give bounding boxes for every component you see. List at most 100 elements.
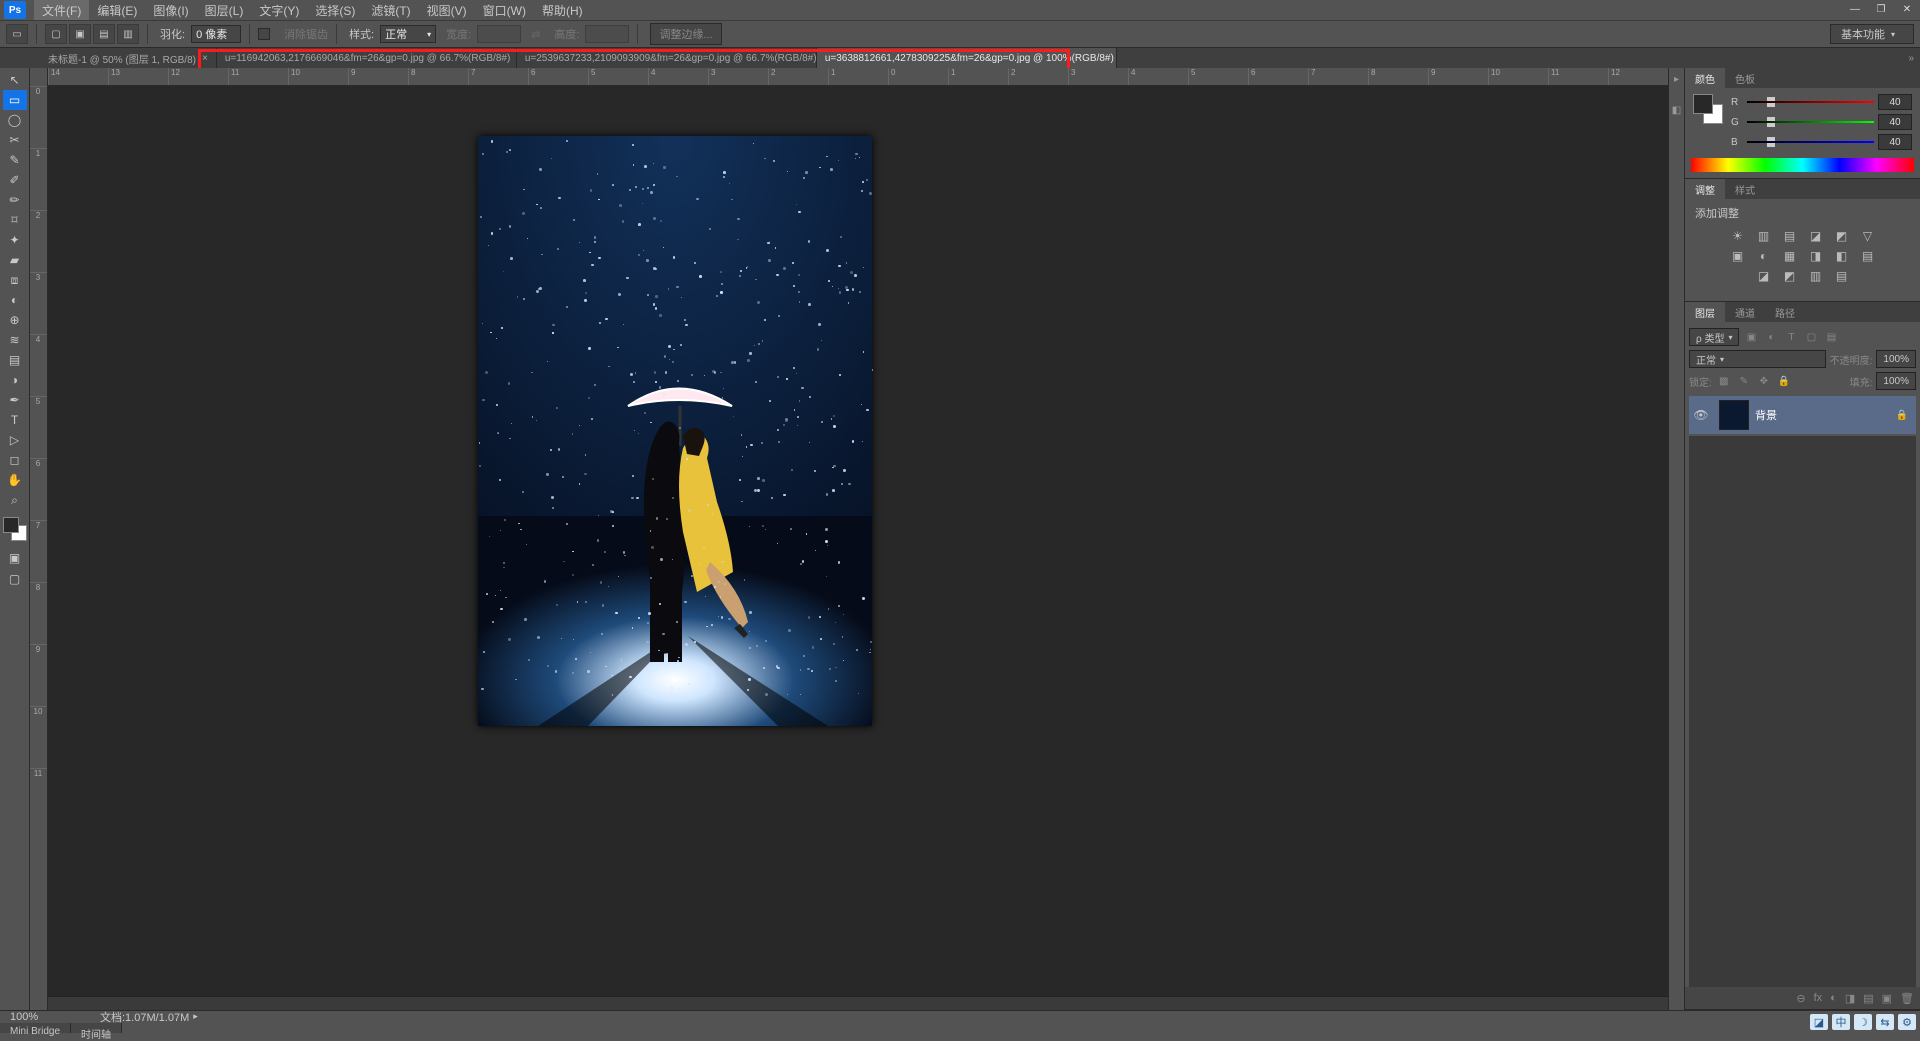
tool-21[interactable]: ⌕ (3, 490, 27, 510)
filter-shape-icon[interactable]: ▢ (1803, 329, 1819, 345)
adjustment-icon[interactable]: ▥ (1808, 269, 1824, 283)
tool-19[interactable]: ◻ (3, 450, 27, 470)
tool-13[interactable]: ≋ (3, 330, 27, 350)
filter-adjust-icon[interactable]: ◐ (1763, 329, 1779, 345)
tool-0[interactable]: ↖ (3, 70, 27, 90)
adjustment-icon[interactable]: ▤ (1782, 229, 1798, 243)
layers-footer-icon[interactable]: ▣ (1882, 992, 1892, 1005)
tool-14[interactable]: ▤ (3, 350, 27, 370)
tray-icon[interactable]: ⚙ (1898, 1014, 1916, 1030)
document-tab[interactable]: u=2539637233,2109093909&fm=26&gp=0.jpg @… (517, 48, 817, 68)
menu-滤镜[interactable]: 滤镜(T) (363, 0, 418, 21)
adjustment-icon[interactable]: ☀ (1730, 229, 1746, 243)
tab-timeline[interactable]: 时间轴 (71, 1023, 122, 1033)
layer-row[interactable]: 👁 背景 🔒 (1689, 396, 1916, 434)
tab-close-icon[interactable]: × (202, 53, 208, 64)
tab-adjustments[interactable]: 调整 (1685, 179, 1725, 199)
menu-帮助[interactable]: 帮助(H) (534, 0, 591, 21)
visibility-icon[interactable]: 👁 (1689, 408, 1713, 422)
tab-overflow-icon[interactable]: » (1908, 53, 1920, 64)
opacity-input[interactable]: 100% (1876, 350, 1916, 368)
tool-7[interactable]: ⌑ (3, 210, 27, 230)
tool-11[interactable]: ◐ (3, 290, 27, 310)
filter-type-icon[interactable]: T (1783, 329, 1799, 345)
tool-3[interactable]: ✂ (3, 130, 27, 150)
layer-filter-select[interactable]: ρ 类型▾ (1689, 328, 1739, 346)
tool-17[interactable]: T (3, 410, 27, 430)
tool-preset-button[interactable]: ▭ (6, 24, 28, 44)
tool-10[interactable]: ⧈ (3, 270, 27, 290)
menu-视图[interactable]: 视图(V) (419, 0, 475, 21)
collapsed-panel-icon[interactable]: ◧ (1672, 105, 1681, 116)
color-swatches[interactable] (3, 517, 27, 541)
blend-mode-select[interactable]: 正常▾ (1689, 350, 1826, 368)
adjustment-icon[interactable]: ◪ (1756, 269, 1772, 283)
selection-subtract-button[interactable]: ▤ (93, 24, 115, 44)
menu-图像[interactable]: 图像(I) (145, 0, 196, 21)
panel-color-swatch[interactable] (1693, 94, 1723, 124)
tool-12[interactable]: ⊕ (3, 310, 27, 330)
menu-文字[interactable]: 文字(Y) (251, 0, 307, 21)
layers-footer-icon[interactable]: ▤ (1863, 992, 1873, 1005)
adjustment-icon[interactable]: ▤ (1834, 269, 1850, 283)
adjustment-icon[interactable]: ◨ (1808, 249, 1824, 263)
lock-pixels-icon[interactable]: ✎ (1736, 373, 1752, 389)
canvas-area[interactable] (48, 86, 1668, 996)
tool-5[interactable]: ✐ (3, 170, 27, 190)
restore-button[interactable]: ❐ (1868, 0, 1894, 18)
filter-pixel-icon[interactable]: ▣ (1743, 329, 1759, 345)
fill-input[interactable]: 100% (1876, 372, 1916, 390)
menu-窗口[interactable]: 窗口(W) (475, 0, 534, 21)
tab-channels[interactable]: 通道 (1725, 302, 1765, 322)
tool-15[interactable]: ◑ (3, 370, 27, 390)
tab-swatches[interactable]: 色板 (1725, 68, 1765, 88)
tab-mini-bridge[interactable]: Mini Bridge (0, 1023, 71, 1033)
layers-footer-icon[interactable]: 🗑 (1900, 992, 1914, 1005)
spectrum-bar[interactable] (1691, 158, 1914, 172)
tool-9[interactable]: ▰ (3, 250, 27, 270)
b-input[interactable] (1878, 134, 1912, 150)
tab-color[interactable]: 颜色 (1685, 68, 1725, 88)
tab-paths[interactable]: 路径 (1765, 302, 1805, 322)
selection-intersect-button[interactable]: ▥ (117, 24, 139, 44)
r-slider[interactable] (1747, 97, 1874, 107)
adjustment-icon[interactable]: ◐ (1756, 249, 1772, 263)
adjustment-icon[interactable]: ▽ (1860, 229, 1876, 243)
edit-mode-1[interactable]: ▢ (3, 569, 27, 589)
tool-16[interactable]: ✒ (3, 390, 27, 410)
workspace-switcher[interactable]: 基本功能▾ (1830, 24, 1914, 44)
adjustment-icon[interactable]: ▦ (1782, 249, 1798, 263)
adjustment-icon[interactable]: ◩ (1834, 229, 1850, 243)
tool-6[interactable]: ✏ (3, 190, 27, 210)
tool-8[interactable]: ✦ (3, 230, 27, 250)
tool-18[interactable]: ▷ (3, 430, 27, 450)
tool-4[interactable]: ✎ (3, 150, 27, 170)
document-canvas[interactable] (478, 136, 872, 726)
lock-all-icon[interactable]: 🔒 (1776, 373, 1792, 389)
tool-1[interactable]: ▭ (3, 90, 27, 110)
adjustment-icon[interactable]: ◧ (1834, 249, 1850, 263)
adjustment-icon[interactable]: ▣ (1730, 249, 1746, 263)
feather-input[interactable] (191, 25, 241, 43)
b-slider[interactable] (1747, 137, 1874, 147)
layers-footer-icon[interactable]: ◐ (1830, 992, 1837, 1004)
lock-transparent-icon[interactable]: ▩ (1716, 373, 1732, 389)
adjustment-icon[interactable]: ◩ (1782, 269, 1798, 283)
tool-2[interactable]: ◯ (3, 110, 27, 130)
antialias-checkbox[interactable] (258, 28, 270, 40)
layer-thumbnail[interactable] (1719, 400, 1749, 430)
g-slider[interactable] (1747, 117, 1874, 127)
refine-edge-button[interactable]: 调整边缘... (650, 23, 721, 45)
tab-styles[interactable]: 样式 (1725, 179, 1765, 199)
r-input[interactable] (1878, 94, 1912, 110)
layers-footer-icon[interactable]: ◨ (1845, 992, 1855, 1005)
tray-icon[interactable]: ☽ (1854, 1014, 1872, 1030)
lock-position-icon[interactable]: ✥ (1756, 373, 1772, 389)
layers-footer-icon[interactable]: ⊖ (1796, 992, 1805, 1005)
filter-smart-icon[interactable]: ▤ (1823, 329, 1839, 345)
tray-icon[interactable]: 中 (1832, 1014, 1850, 1030)
tool-20[interactable]: ✋ (3, 470, 27, 490)
zoom-level[interactable]: 100% (0, 1011, 80, 1023)
adjustment-icon[interactable]: ◪ (1808, 229, 1824, 243)
selection-new-button[interactable]: ▢ (45, 24, 67, 44)
